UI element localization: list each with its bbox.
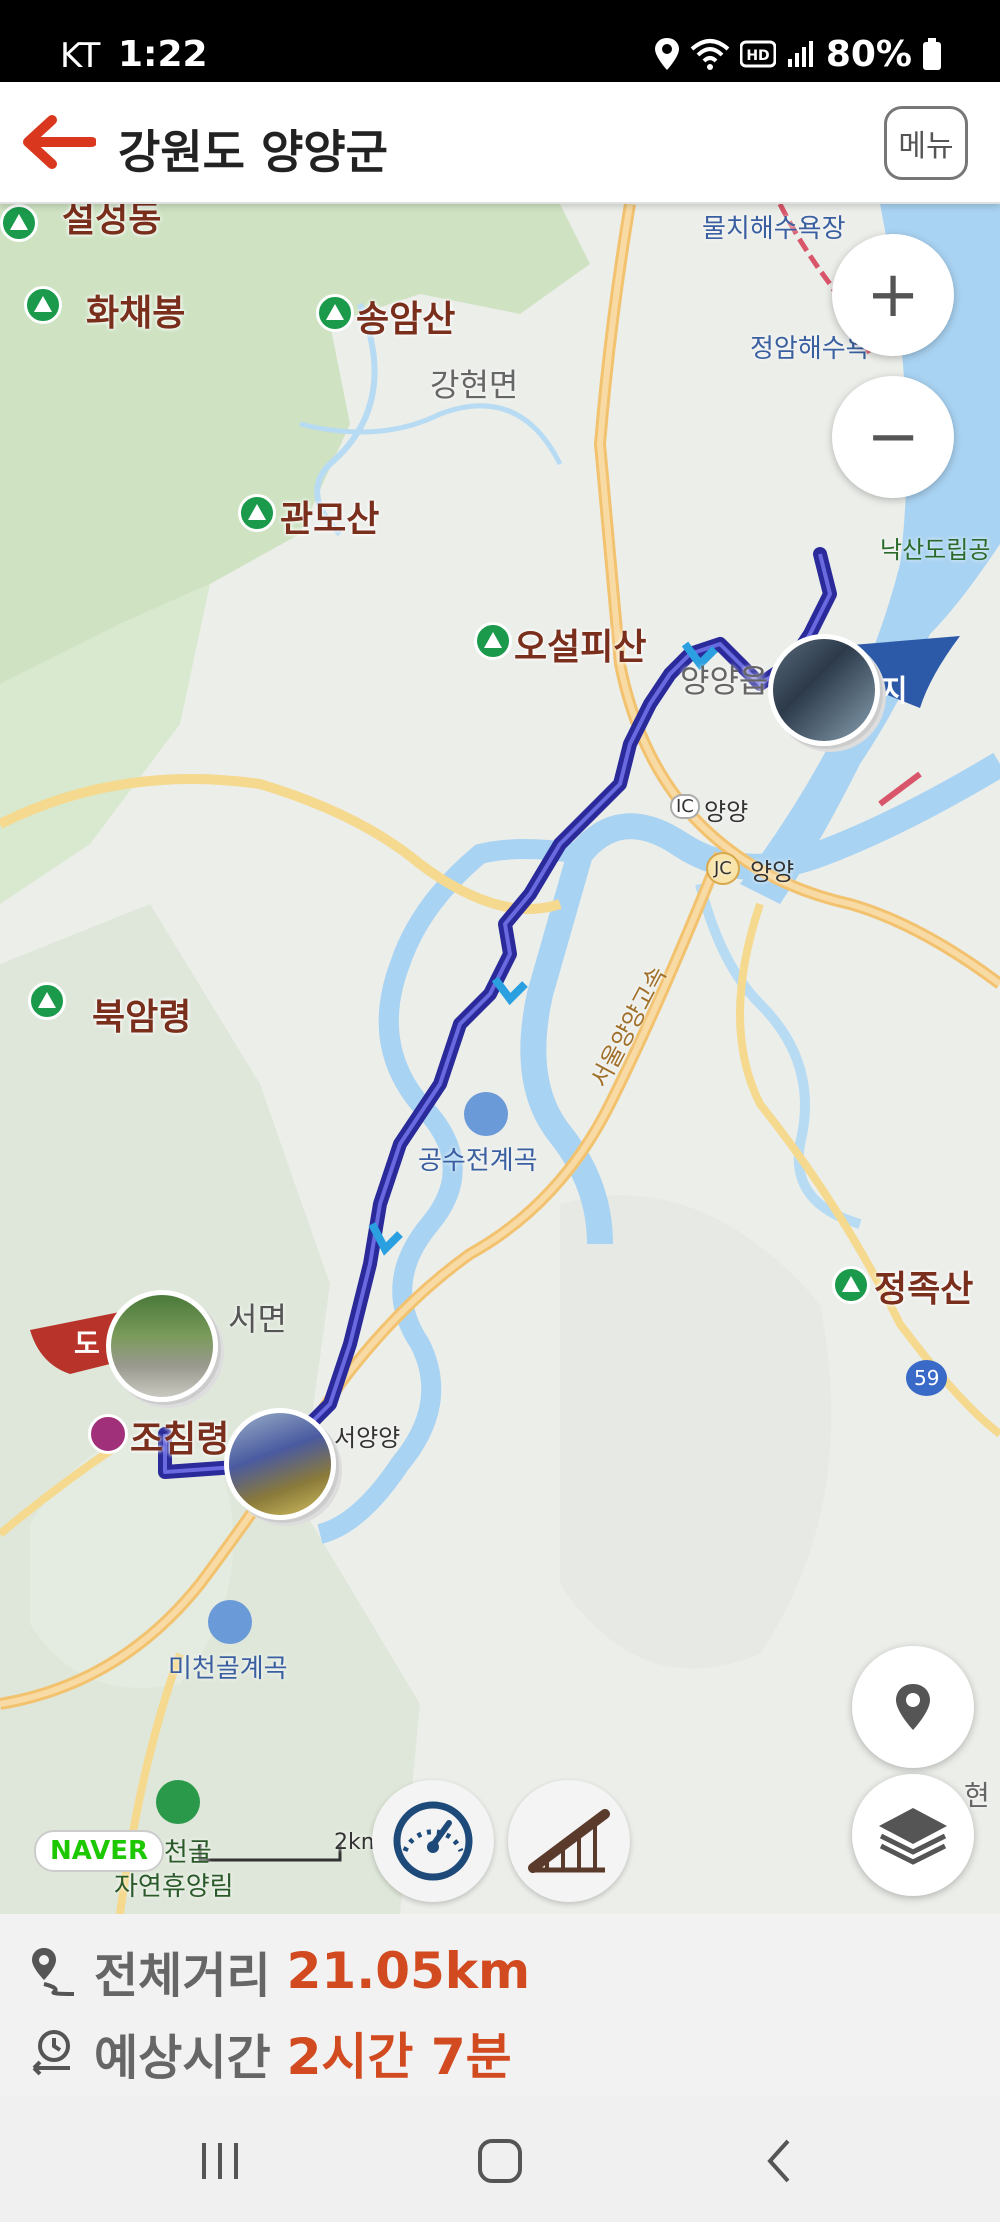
map-label-yangyang-eup: 양양읍 bbox=[680, 662, 769, 700]
map-label-seoyangyang: 서양양 bbox=[334, 1424, 401, 1452]
back-nav-button[interactable] bbox=[740, 2126, 820, 2196]
naver-logo: NAVER bbox=[34, 1830, 165, 1872]
clock-route-icon bbox=[32, 2030, 70, 2076]
location-icon bbox=[654, 38, 679, 70]
map-label-partial-top: 설성동 bbox=[62, 204, 162, 240]
end-flag-label: 지 bbox=[880, 674, 908, 709]
zoom-out-button[interactable]: − bbox=[832, 376, 954, 498]
layers-icon bbox=[879, 1808, 947, 1865]
map-label-gongsujeon: 공수전계곡 bbox=[418, 1146, 538, 1176]
slope-icon bbox=[528, 1809, 610, 1873]
home-icon bbox=[478, 2139, 522, 2183]
time-label: 예상시간 bbox=[94, 2030, 271, 2086]
map-label-songamsan: 송암산 bbox=[356, 299, 456, 340]
svg-text:HD: HD bbox=[746, 48, 769, 64]
elevation-button[interactable] bbox=[508, 1780, 630, 1902]
arrow-left-icon bbox=[23, 115, 97, 169]
battery-icon bbox=[923, 38, 941, 70]
map-label-mulchi-beach: 물치해수욕장 bbox=[702, 214, 846, 244]
map-view[interactable]: 지 도 설성동 화채봉 송암산 강현면 관모산 오설피산 양양읍 물치해수욕장 … bbox=[0, 204, 1000, 1914]
time-value: 2시간 7분 bbox=[286, 2028, 512, 2086]
route-pin-icon bbox=[32, 1948, 75, 1996]
photo-marker-end[interactable] bbox=[768, 634, 880, 746]
jc-badge: JC bbox=[706, 852, 740, 885]
mountain-icon bbox=[28, 982, 66, 1020]
valley-icon bbox=[208, 1600, 252, 1644]
map-label-ic-yangyang: 양양 bbox=[704, 798, 749, 826]
speedometer-icon bbox=[393, 1801, 473, 1881]
bicycle-icon bbox=[88, 1414, 128, 1454]
time-row: 예상시간 2시간 7분 bbox=[30, 2018, 512, 2088]
menu-button[interactable]: 메뉴 bbox=[884, 106, 968, 180]
app-header: 강원도 양양군 메뉴 bbox=[0, 82, 1000, 204]
map-label-seomyeon: 서면 bbox=[228, 1300, 287, 1338]
speed-settings-button[interactable] bbox=[372, 1780, 494, 1902]
status-time: 1:22 bbox=[118, 34, 208, 75]
plus-icon: + bbox=[866, 258, 920, 332]
map-label-micheongol: 미천골계곡 bbox=[168, 1654, 288, 1684]
mountain-icon bbox=[316, 294, 354, 332]
map-label-ganghyeon: 강현면 bbox=[430, 366, 519, 404]
minus-icon: − bbox=[866, 400, 920, 474]
mountain-icon bbox=[238, 494, 276, 532]
distance-row: 전체거리 21.05km bbox=[30, 1936, 530, 2006]
page-title: 강원도 양양군 bbox=[118, 125, 388, 179]
photo-marker-tunnel[interactable] bbox=[106, 1290, 218, 1402]
photo-marker-cyclist[interactable] bbox=[224, 1408, 336, 1520]
map-label-gwanmosan: 관모산 bbox=[280, 499, 380, 540]
mountain-icon bbox=[0, 204, 38, 242]
leaf-icon bbox=[156, 1780, 200, 1824]
wifi-6-icon bbox=[690, 39, 730, 70]
map-label-jeongjoksan: 정족산 bbox=[874, 1269, 974, 1310]
zoom-in-button[interactable]: + bbox=[832, 234, 954, 356]
my-location-button[interactable] bbox=[852, 1646, 974, 1768]
map-label-jochimryeong: 조침령 bbox=[130, 1419, 230, 1460]
distance-label: 전체거리 bbox=[94, 1948, 271, 2004]
recent-apps-button[interactable] bbox=[180, 2126, 260, 2196]
back-button[interactable] bbox=[18, 112, 97, 172]
map-label-oseolpisan: 오설피산 bbox=[514, 627, 647, 668]
start-flag-label: 도 bbox=[74, 1327, 100, 1360]
mountain-icon bbox=[474, 622, 512, 660]
status-icons: HD 80% bbox=[654, 33, 942, 75]
valley-icon bbox=[464, 1092, 508, 1136]
map-label-naksan: 낙산도립공 bbox=[880, 536, 991, 564]
ic-badge: IC bbox=[670, 794, 700, 819]
chevron-left-icon bbox=[767, 2139, 790, 2183]
hd-icon: HD bbox=[739, 40, 776, 68]
map-label-bugamryeong: 북암령 bbox=[92, 997, 192, 1038]
signal-icon bbox=[787, 41, 813, 67]
map-label-hwachaebong: 화채봉 bbox=[86, 293, 186, 334]
carrier-name: KT bbox=[60, 36, 101, 76]
map-label-jc-yangyang: 양양 bbox=[750, 858, 795, 886]
status-bar: KT 1:22 HD 80% bbox=[0, 0, 1000, 82]
home-button[interactable] bbox=[460, 2126, 540, 2196]
mountain-icon bbox=[24, 286, 62, 324]
recent-apps-icon bbox=[202, 2143, 238, 2179]
battery-percent: 80% bbox=[825, 33, 912, 75]
layers-button[interactable] bbox=[852, 1774, 974, 1896]
distance-value: 21.05km bbox=[286, 1942, 531, 2000]
location-pin-icon bbox=[896, 1684, 930, 1730]
system-nav-bar bbox=[0, 2096, 1000, 2222]
mountain-icon bbox=[832, 1266, 870, 1304]
route-summary: 전체거리 21.05km 예상시간 2시간 7분 bbox=[0, 1914, 1000, 2096]
